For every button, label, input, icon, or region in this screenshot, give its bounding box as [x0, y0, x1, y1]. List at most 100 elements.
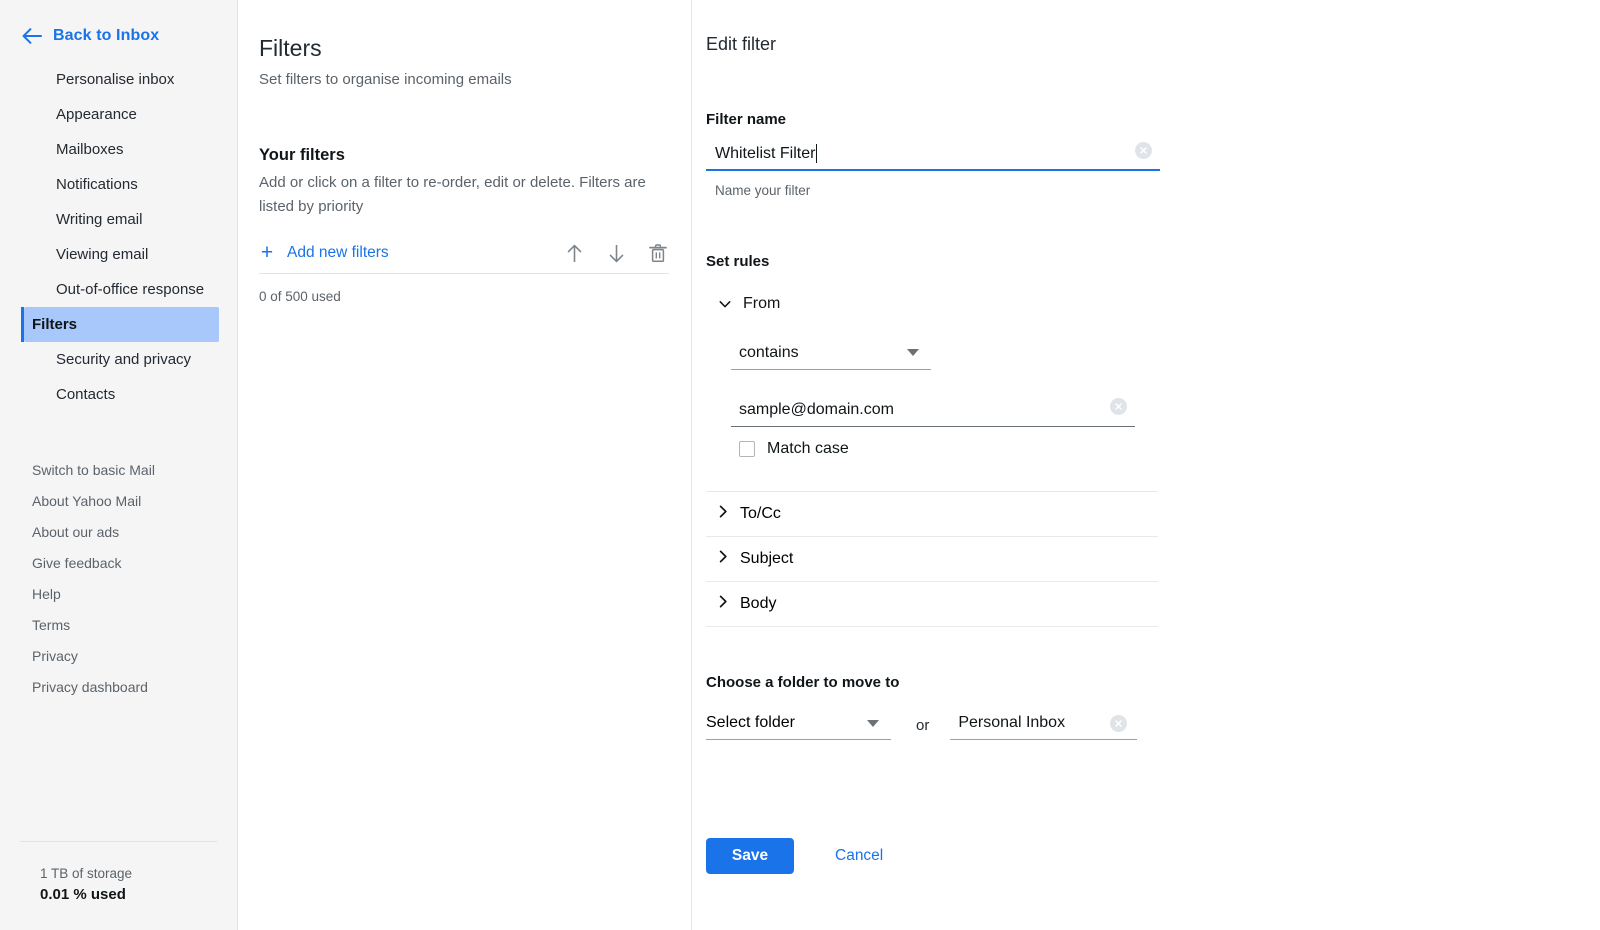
match-case-checkbox-row[interactable]: Match case: [731, 440, 1600, 458]
settings-sidebar: Back to Inbox Personalise inbox Appearan…: [0, 0, 238, 930]
from-value-text: sample@domain.com: [739, 401, 894, 418]
chevron-right-icon: [719, 505, 728, 523]
move-down-icon[interactable]: [605, 242, 627, 264]
sidebar-link-label: Give feedback: [32, 554, 122, 571]
sidebar-link-privacy-dashboard[interactable]: Privacy dashboard: [0, 671, 237, 702]
your-filters-title: Your filters: [259, 146, 345, 164]
move-up-icon[interactable]: [563, 242, 585, 264]
sidebar-item-label: Writing email: [56, 211, 143, 228]
sidebar-item-notifications[interactable]: Notifications: [24, 167, 219, 202]
sidebar-item-out-of-office-response[interactable]: Out-of-office response: [24, 272, 219, 307]
plus-icon: +: [260, 241, 274, 264]
sidebar-item-label: Personalise inbox: [56, 71, 175, 88]
sidebar-item-filters[interactable]: Filters: [21, 307, 219, 342]
save-button[interactable]: Save: [706, 838, 794, 874]
filters-toolbar: + Add new filters: [259, 242, 669, 274]
rule-label-body: Body: [740, 595, 777, 612]
your-filters-description: Add or click on a filter to re-order, ed…: [259, 174, 646, 215]
chevron-down-icon: [867, 719, 879, 727]
new-folder-name-field[interactable]: Personal Inbox: [950, 707, 1138, 740]
page-title: Filters: [259, 35, 322, 61]
cancel-button[interactable]: Cancel: [829, 846, 889, 866]
sidebar-link-about-yahoo-mail[interactable]: About Yahoo Mail: [0, 485, 237, 516]
sidebar-item-label: Appearance: [56, 106, 137, 123]
sidebar-item-contacts[interactable]: Contacts: [24, 377, 219, 412]
rule-body-from: contains sample@domain.com Match case: [706, 336, 1600, 458]
sidebar-link-about-our-ads[interactable]: About our ads: [0, 516, 237, 547]
from-condition-select[interactable]: contains: [731, 336, 931, 370]
add-new-filters-button[interactable]: + Add new filters: [259, 241, 389, 264]
sidebar-link-label: Help: [32, 585, 61, 602]
sidebar-item-label: Out-of-office response: [56, 281, 205, 298]
settings-nav: Personalise inbox Appearance Mailboxes N…: [0, 62, 237, 412]
sidebar-link-label: Switch to basic Mail: [32, 461, 155, 478]
edit-filter-title: Edit filter: [706, 34, 777, 54]
sidebar-link-label: Terms: [32, 616, 71, 633]
set-rules-label: Set rules: [706, 253, 770, 270]
chevron-down-icon: [719, 300, 731, 309]
rule-section-subject[interactable]: Subject: [706, 537, 1158, 582]
chevron-right-icon: [719, 595, 728, 613]
rule-section-from[interactable]: From: [706, 295, 1600, 313]
sidebar-link-switch-to-basic-mail[interactable]: Switch to basic Mail: [0, 454, 237, 485]
filters-used-count: 0 of 500 used: [259, 289, 341, 304]
rule-label-subject: Subject: [740, 550, 794, 567]
sidebar-link-label: Privacy: [32, 647, 78, 664]
choose-folder-label: Choose a folder to move to: [706, 674, 900, 691]
folder-selection-row: Select folder or Personal Inbox: [706, 707, 1600, 740]
edit-filter-footer: Save Cancel: [706, 838, 889, 874]
chevron-down-icon: [907, 349, 919, 356]
filters-toolbar-icons: [563, 242, 669, 264]
storage-info: 1 TB of storage 0.01 % used: [0, 842, 237, 930]
your-filters-section: Your filters Add or click on a filter to…: [259, 144, 669, 304]
match-case-checkbox[interactable]: [739, 441, 755, 457]
match-case-label: Match case: [767, 440, 849, 457]
edit-filter-panel: Edit filter Filter name Whitelist Filter…: [692, 0, 1600, 930]
folder-select-dropdown[interactable]: Select folder: [706, 707, 891, 740]
filter-name-value: Whitelist Filter: [715, 144, 816, 162]
sidebar-item-label: Filters: [32, 316, 78, 333]
clear-folder-name-icon[interactable]: [1110, 714, 1128, 732]
sidebar-item-label: Contacts: [56, 386, 116, 403]
sidebar-item-mailboxes[interactable]: Mailboxes: [24, 132, 219, 167]
trash-icon[interactable]: [647, 242, 669, 264]
filters-panel: Filters Set filters to organise incoming…: [238, 0, 692, 930]
sidebar-link-privacy[interactable]: Privacy: [0, 640, 237, 671]
back-to-inbox-button[interactable]: Back to Inbox: [0, 0, 237, 52]
page-subtitle: Set filters to organise incoming emails: [259, 71, 512, 88]
sidebar-link-help[interactable]: Help: [0, 578, 237, 609]
clear-filter-name-icon[interactable]: [1135, 142, 1152, 159]
rule-label-to-cc: To/Cc: [740, 505, 781, 522]
sidebar-item-label: Mailboxes: [56, 141, 124, 158]
sidebar-item-personalise-inbox[interactable]: Personalise inbox: [24, 62, 219, 97]
sidebar-item-label: Security and privacy: [56, 351, 192, 368]
new-folder-name-value: Personal Inbox: [958, 714, 1066, 731]
sidebar-item-writing-email[interactable]: Writing email: [24, 202, 219, 237]
from-value-field[interactable]: sample@domain.com: [731, 394, 1135, 427]
or-separator-label: or: [916, 717, 930, 734]
clear-from-value-icon[interactable]: [1110, 398, 1127, 415]
from-condition-value: contains: [739, 343, 799, 361]
sidebar-link-terms[interactable]: Terms: [0, 609, 237, 640]
back-to-inbox-label: Back to Inbox: [53, 26, 160, 44]
storage-used-label: 0.01 % used: [40, 886, 126, 903]
sidebar-link-give-feedback[interactable]: Give feedback: [0, 547, 237, 578]
filter-name-field[interactable]: Whitelist Filter: [706, 138, 1160, 171]
chevron-right-icon: [719, 550, 728, 568]
rule-label-from: From: [743, 295, 781, 312]
folder-select-placeholder: Select folder: [706, 714, 795, 731]
rule-section-body[interactable]: Body: [706, 582, 1158, 627]
add-new-filters-label: Add new filters: [287, 244, 389, 261]
sidebar-item-security-and-privacy[interactable]: Security and privacy: [24, 342, 219, 377]
arrow-left-icon: [22, 26, 42, 46]
settings-page: Back to Inbox Personalise inbox Appearan…: [0, 0, 1600, 930]
sidebar-item-viewing-email[interactable]: Viewing email: [24, 237, 219, 272]
sidebar-item-label: Viewing email: [56, 246, 149, 263]
sidebar-item-appearance[interactable]: Appearance: [24, 97, 219, 132]
storage-total-label: 1 TB of storage: [40, 866, 133, 881]
sidebar-secondary-links: Switch to basic Mail About Yahoo Mail Ab…: [0, 454, 237, 702]
text-caret: [816, 144, 818, 163]
rule-section-to-cc[interactable]: To/Cc: [706, 492, 1158, 537]
filter-name-label: Filter name: [706, 111, 787, 128]
